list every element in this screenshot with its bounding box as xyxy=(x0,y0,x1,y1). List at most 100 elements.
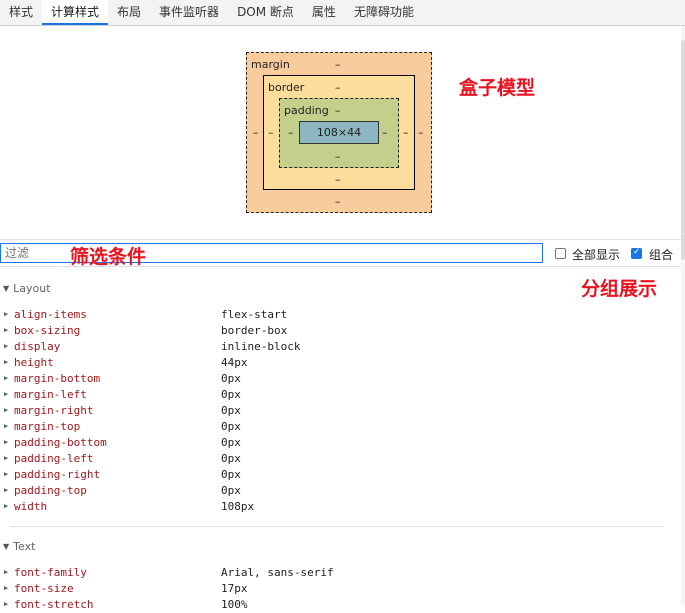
property-value: 0px xyxy=(221,436,241,449)
property-name: display xyxy=(14,340,61,353)
divider xyxy=(0,239,681,240)
tab-styles[interactable]: 样式 xyxy=(0,0,42,25)
property-row[interactable]: ▶ align-items flex-start xyxy=(0,307,681,323)
property-row[interactable]: ▶ box-sizing border-box xyxy=(0,323,681,339)
property-name: box-sizing xyxy=(14,324,81,337)
expand-triangle-icon[interactable]: ▶ xyxy=(4,422,8,430)
border-label: border xyxy=(268,81,305,94)
property-name: height xyxy=(14,356,54,369)
property-value: 17px xyxy=(221,582,248,595)
property-row[interactable]: ▶ margin-right 0px xyxy=(0,403,681,419)
property-row[interactable]: ▶ font-stretch 100% xyxy=(0,597,681,613)
property-value: 0px xyxy=(221,484,241,497)
expand-triangle-icon[interactable]: ▶ xyxy=(4,358,8,366)
annotation-box-model: 盒子模型 xyxy=(459,77,536,99)
expand-triangle-icon[interactable]: ▶ xyxy=(4,374,8,382)
show-all-label[interactable]: 全部显示 xyxy=(572,246,620,263)
group-header-text[interactable]: ▼ Text xyxy=(3,540,35,553)
group-label[interactable]: 组合 xyxy=(649,246,673,263)
divider xyxy=(10,526,664,527)
property-list-text: ▶ font-family Arial, sans-serif ▶ font-size 1… xyxy=(0,565,681,613)
border-left-value[interactable]: – xyxy=(268,126,274,139)
expand-triangle-icon[interactable]: ▶ xyxy=(4,342,8,350)
expand-triangle-icon[interactable]: ▶ xyxy=(4,438,8,446)
expand-triangle-icon[interactable]: ▶ xyxy=(4,486,8,494)
padding-top-value[interactable]: – xyxy=(335,104,341,117)
property-value: inline-block xyxy=(221,340,301,353)
padding-label: padding xyxy=(284,104,329,117)
padding-left-value[interactable]: – xyxy=(288,126,294,139)
property-row[interactable]: ▶ padding-left 0px xyxy=(0,451,681,467)
property-value: 0px xyxy=(221,404,241,417)
expand-triangle-icon[interactable]: ▶ xyxy=(4,568,8,576)
property-row[interactable]: ▶ margin-top 0px xyxy=(0,419,681,435)
expand-triangle-icon[interactable]: ▶ xyxy=(4,584,8,592)
expand-triangle-icon[interactable]: ▶ xyxy=(4,406,8,414)
margin-bottom-value[interactable]: – xyxy=(335,195,341,208)
property-row[interactable]: ▶ margin-left 0px xyxy=(0,387,681,403)
property-name: padding-left xyxy=(14,452,94,465)
margin-label: margin xyxy=(251,58,290,71)
margin-top-value[interactable]: – xyxy=(335,58,341,71)
show-all-checkbox[interactable] xyxy=(555,248,566,259)
property-row[interactable]: ▶ width 108px xyxy=(0,499,681,515)
tab-layout[interactable]: 布局 xyxy=(108,0,150,25)
property-row[interactable]: ▶ margin-bottom 0px xyxy=(0,371,681,387)
property-value: border-box xyxy=(221,324,288,337)
property-name: padding-right xyxy=(14,468,101,481)
annotation-grouping: 分组展示 xyxy=(581,278,658,300)
property-row[interactable]: ▶ display inline-block xyxy=(0,339,681,355)
collapse-triangle-icon[interactable]: ▼ xyxy=(3,284,9,293)
group-name: Layout xyxy=(13,282,51,295)
property-value: 108px xyxy=(221,500,255,513)
expand-triangle-icon[interactable]: ▶ xyxy=(4,310,8,318)
collapse-triangle-icon[interactable]: ▼ xyxy=(3,542,9,551)
panel-tabs: 样式 计算样式 布局 事件监听器 DOM 断点 属性 无障碍功能 xyxy=(0,0,685,26)
property-row[interactable]: ▶ padding-right 0px xyxy=(0,467,681,483)
property-name: font-size xyxy=(14,582,74,595)
property-name: font-family xyxy=(14,566,87,579)
border-top-value[interactable]: – xyxy=(335,81,341,94)
property-name: margin-top xyxy=(14,420,81,433)
property-name: padding-bottom xyxy=(14,436,107,449)
group-checkbox[interactable] xyxy=(631,247,642,259)
expand-triangle-icon[interactable]: ▶ xyxy=(4,600,8,608)
expand-triangle-icon[interactable]: ▶ xyxy=(4,502,8,510)
tab-computed[interactable]: 计算样式 xyxy=(42,0,109,25)
tab-accessibility[interactable]: 无障碍功能 xyxy=(345,0,423,25)
scrollbar-thumb[interactable] xyxy=(681,40,685,260)
padding-right-value[interactable]: – xyxy=(382,126,388,139)
border-right-value[interactable]: – xyxy=(403,126,409,139)
border-bottom-value[interactable]: – xyxy=(335,173,341,186)
property-value: flex-start xyxy=(221,308,288,321)
group-header-layout[interactable]: ▼ Layout xyxy=(3,282,51,295)
property-value: 44px xyxy=(221,356,248,369)
property-row[interactable]: ▶ padding-bottom 0px xyxy=(0,435,681,451)
property-value: 0px xyxy=(221,388,241,401)
tab-event-listeners[interactable]: 事件监听器 xyxy=(150,0,228,25)
property-value: Arial, sans-serif xyxy=(221,566,334,579)
property-row[interactable]: ▶ padding-top 0px xyxy=(0,483,681,499)
tab-properties[interactable]: 属性 xyxy=(303,0,345,25)
property-value: 0px xyxy=(221,468,241,481)
property-name: margin-right xyxy=(14,404,94,417)
property-list-layout: ▶ align-items flex-start ▶ box-sizing border-… xyxy=(0,307,681,515)
property-row[interactable]: ▶ font-size 17px xyxy=(0,581,681,597)
property-name: align-items xyxy=(14,308,87,321)
box-model-content[interactable]: 108×44 xyxy=(299,121,379,144)
tab-dom-breakpoints[interactable]: DOM 断点 xyxy=(228,0,303,25)
property-name: padding-top xyxy=(14,484,87,497)
property-row[interactable]: ▶ font-family Arial, sans-serif xyxy=(0,565,681,581)
property-name: width xyxy=(14,500,48,513)
expand-triangle-icon[interactable]: ▶ xyxy=(4,454,8,462)
margin-right-value[interactable]: – xyxy=(418,126,424,139)
property-row[interactable]: ▶ height 44px xyxy=(0,355,681,371)
property-value: 0px xyxy=(221,372,241,385)
expand-triangle-icon[interactable]: ▶ xyxy=(4,390,8,398)
padding-bottom-value[interactable]: – xyxy=(335,150,341,163)
property-name: margin-bottom xyxy=(14,372,101,385)
margin-left-value[interactable]: – xyxy=(253,126,259,139)
property-name: margin-left xyxy=(14,388,87,401)
expand-triangle-icon[interactable]: ▶ xyxy=(4,326,8,334)
expand-triangle-icon[interactable]: ▶ xyxy=(4,470,8,478)
